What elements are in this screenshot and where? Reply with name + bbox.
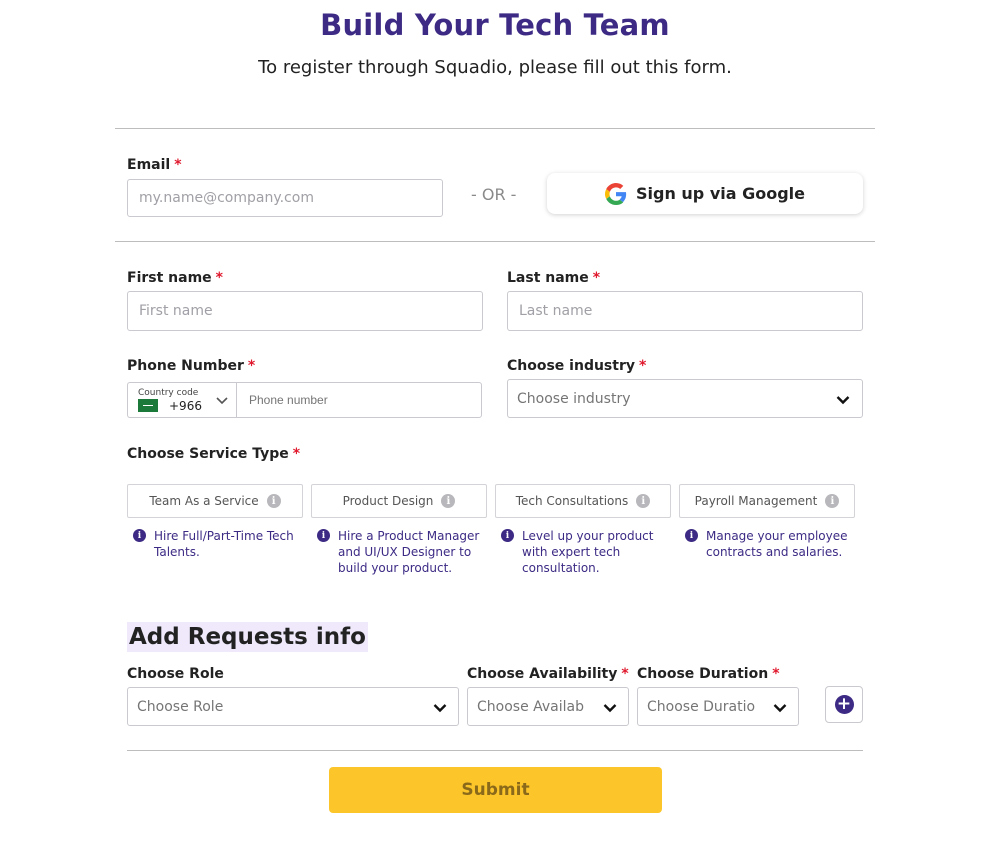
chevron-down-icon — [433, 704, 447, 713]
or-separator: - OR - — [471, 185, 517, 204]
saudi-flag-icon — [138, 399, 158, 412]
service-option-tech-consultations[interactable]: Tech Consultations i — [495, 484, 671, 518]
info-icon: i — [317, 529, 330, 542]
duration-label: Choose Duration * — [637, 666, 780, 682]
last-name-input[interactable] — [507, 291, 863, 331]
info-icon[interactable]: i — [266, 494, 281, 508]
country-code-label: Country code — [138, 388, 199, 398]
google-signup-button[interactable]: Sign up via Google — [547, 173, 863, 214]
submit-button[interactable]: Submit — [329, 767, 662, 813]
phone-label: Phone Number * — [127, 358, 256, 374]
info-icon[interactable]: i — [825, 494, 840, 508]
chevron-down-icon — [603, 704, 617, 713]
service-description: Hire a Product Manager and UI/UX Designe… — [338, 529, 480, 575]
role-select-value: Choose Role — [137, 698, 224, 715]
availability-select-value: Choose Availab — [477, 698, 585, 715]
service-option-label: Product Design — [342, 494, 434, 508]
email-divider — [115, 241, 875, 242]
email-input[interactable] — [127, 179, 443, 217]
role-label: Choose Role — [127, 666, 224, 682]
info-icon: i — [685, 529, 698, 542]
info-icon: i — [501, 529, 514, 542]
service-description: Hire Full/Part-Time Tech Talents. — [154, 529, 294, 559]
phone-number-input[interactable] — [236, 382, 482, 418]
email-label: Email * — [127, 157, 182, 173]
page-subtitle: To register through Squadio, please fill… — [258, 57, 732, 78]
role-select[interactable]: Choose Role — [127, 687, 459, 726]
duration-select-value: Choose Duratio — [647, 698, 756, 715]
availability-select[interactable]: Choose Availab — [467, 687, 629, 726]
top-divider — [115, 128, 875, 129]
google-signup-label: Sign up via Google — [635, 184, 806, 203]
first-name-label: First name * — [127, 270, 223, 286]
service-option-label: Team As a Service — [149, 494, 259, 508]
info-icon: i — [133, 529, 146, 542]
service-option-payroll-management[interactable]: Payroll Management i — [679, 484, 855, 518]
info-icon[interactable]: i — [441, 494, 456, 508]
availability-label: Choose Availability * — [467, 666, 629, 682]
chevron-down-icon — [773, 704, 787, 713]
service-option-team-as-a-service[interactable]: Team As a Service i — [127, 484, 303, 518]
requests-section-title: Add Requests info — [127, 622, 368, 652]
dial-code: +966 — [169, 399, 202, 413]
service-description: Level up your product with expert tech c… — [522, 529, 654, 575]
service-option-label: Payroll Management — [694, 494, 818, 508]
plus-icon: + — [834, 695, 854, 714]
page-title: Build Your Tech Team — [320, 8, 670, 42]
duration-select[interactable]: Choose Duratio — [637, 687, 799, 726]
industry-select-value: Choose industry — [517, 390, 631, 407]
chevron-down-icon — [216, 397, 228, 405]
service-description: Manage your employee contracts and salar… — [706, 529, 848, 559]
last-name-label: Last name * — [507, 270, 601, 286]
service-type-label: Choose Service Type * — [127, 446, 301, 462]
country-code-select[interactable]: Country code +966 — [127, 382, 237, 418]
bottom-divider — [127, 750, 863, 751]
industry-label: Choose industry * — [507, 358, 647, 374]
add-request-button[interactable]: + — [825, 686, 863, 723]
industry-select[interactable]: Choose industry — [507, 379, 863, 418]
google-icon — [604, 182, 627, 205]
service-option-product-design[interactable]: Product Design i — [311, 484, 487, 518]
info-icon[interactable]: i — [636, 494, 651, 508]
service-option-label: Tech Consultations — [515, 494, 629, 508]
first-name-input[interactable] — [127, 291, 483, 331]
chevron-down-icon — [836, 396, 850, 405]
